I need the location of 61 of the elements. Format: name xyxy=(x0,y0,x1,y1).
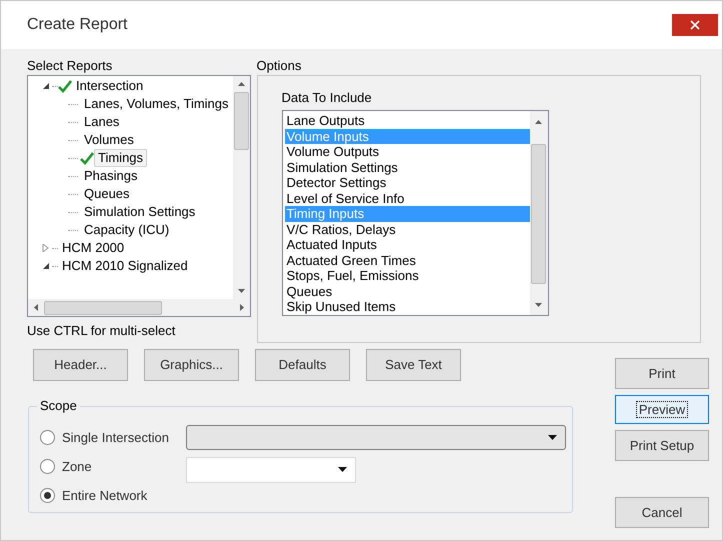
dropdown-arrow-icon xyxy=(338,467,347,472)
radio-button[interactable] xyxy=(40,459,55,474)
list-item[interactable]: Level of Service Info xyxy=(284,190,530,206)
vertical-scrollbar[interactable] xyxy=(232,76,250,299)
horizontal-scrollbar[interactable] xyxy=(28,299,250,316)
list-item[interactable]: Actuated Green Times xyxy=(284,252,530,268)
scroll-thumb[interactable] xyxy=(44,300,162,314)
window-title: Create Report xyxy=(27,15,128,35)
vertical-scrollbar[interactable] xyxy=(530,111,548,315)
tree-item[interactable]: Timings xyxy=(94,149,148,167)
left-arrow-icon xyxy=(34,304,38,311)
section-label: Options xyxy=(256,59,302,73)
tree-item[interactable]: Simulation Settings xyxy=(80,203,200,221)
list-label: Data To Include xyxy=(282,90,373,106)
list-item[interactable]: Volume Outputs xyxy=(284,144,530,160)
action-button[interactable]: Defaults xyxy=(255,349,350,381)
dialog-button[interactable]: Print Setup xyxy=(615,430,709,461)
radio-label: Entire Network xyxy=(62,486,148,505)
up-arrow-icon xyxy=(238,82,245,86)
list-item[interactable]: Detector Settings xyxy=(284,175,530,190)
close-icon xyxy=(690,20,700,30)
expand-arrow-icon[interactable] xyxy=(42,244,50,252)
radio-label: Single Intersection xyxy=(62,428,170,447)
list-item[interactable]: Stops, Fuel, Emissions xyxy=(284,268,530,284)
group-label: Scope xyxy=(37,398,80,414)
radio-label: Zone xyxy=(62,458,93,476)
scroll-thumb[interactable] xyxy=(234,92,249,150)
list-item[interactable]: Lane Outputs xyxy=(284,113,530,128)
dialog-button[interactable]: Cancel xyxy=(615,497,709,528)
collapse-arrow-icon[interactable] xyxy=(42,82,50,90)
tree-item[interactable]: HCM 2010 Signalized xyxy=(58,257,192,275)
tree-item[interactable]: HCM 2000 xyxy=(58,239,128,257)
action-button[interactable]: Save Text xyxy=(366,349,461,381)
right-arrow-icon xyxy=(240,304,244,311)
tree-item[interactable]: Lanes, Volumes, Timings xyxy=(80,95,233,113)
tree-item[interactable]: Capacity (ICU) xyxy=(80,221,174,239)
tree-item[interactable]: Phasings xyxy=(80,167,142,185)
list-item[interactable]: Actuated Inputs xyxy=(284,237,530,252)
dropdown-arrow-icon xyxy=(548,435,557,440)
action-button[interactable]: Graphics... xyxy=(144,349,239,381)
radio-button[interactable] xyxy=(40,430,55,445)
up-arrow-icon xyxy=(535,120,542,124)
tree-item[interactable]: Intersection xyxy=(72,77,148,95)
hint-text: Use CTRL for multi-select xyxy=(27,323,176,339)
scroll-thumb[interactable] xyxy=(531,144,546,284)
radio-button[interactable] xyxy=(40,488,55,503)
down-arrow-icon xyxy=(535,303,542,307)
down-arrow-icon xyxy=(238,289,245,293)
dialog-button[interactable]: Preview xyxy=(615,395,709,424)
list-item[interactable]: Skip Unused Items xyxy=(284,299,530,314)
list-item[interactable]: Simulation Settings xyxy=(284,160,530,175)
list-item[interactable]: Queues xyxy=(284,284,530,299)
section-label: Select Reports xyxy=(27,59,114,73)
tree-item[interactable]: Lanes xyxy=(80,113,124,131)
list-item[interactable]: V/C Ratios, Delays xyxy=(284,222,530,237)
dialog-button[interactable]: Print xyxy=(615,358,709,389)
tree-item[interactable]: Volumes xyxy=(80,131,138,149)
action-button[interactable]: Header... xyxy=(33,349,128,381)
tree-item[interactable]: Queues xyxy=(80,185,134,203)
close-button[interactable] xyxy=(672,14,718,36)
collapse-arrow-icon[interactable] xyxy=(42,262,50,270)
